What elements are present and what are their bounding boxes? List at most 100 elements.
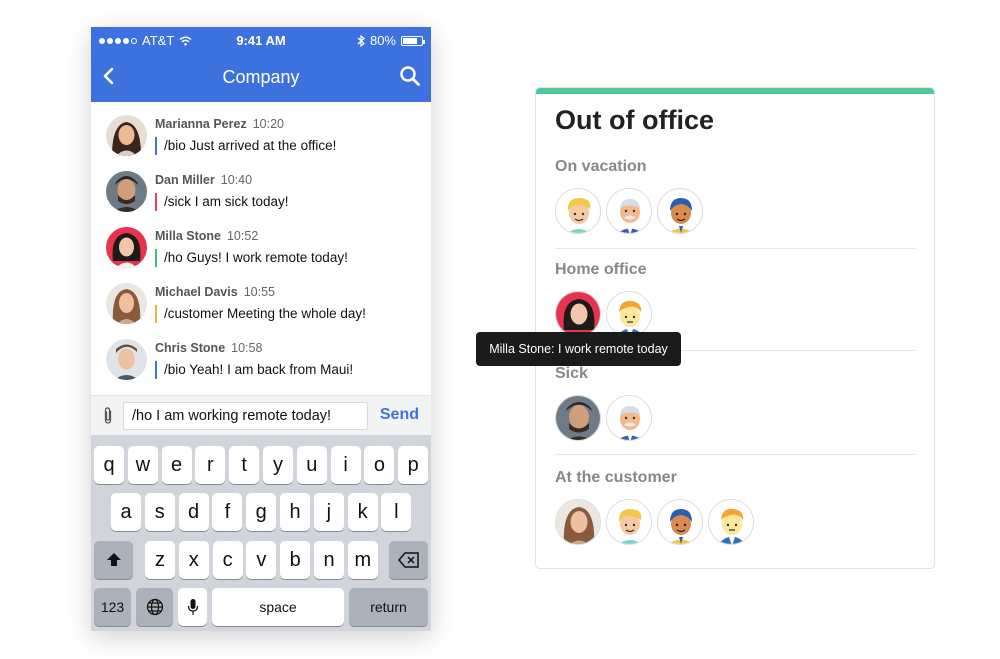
avatar-group [555, 291, 652, 337]
shift-key[interactable] [94, 541, 133, 579]
microphone-key[interactable] [178, 588, 207, 626]
delete-key[interactable] [389, 541, 428, 579]
card-accent-bar [536, 88, 934, 94]
send-button[interactable]: Send [380, 406, 419, 424]
key-l[interactable]: l [381, 493, 412, 531]
key-o[interactable]: o [364, 446, 395, 484]
attach-button[interactable] [101, 406, 115, 426]
sender-name: Marianna Perez [155, 117, 247, 131]
avatar [106, 339, 147, 380]
key-d[interactable]: d [178, 493, 209, 531]
avatar[interactable] [606, 499, 652, 545]
key-m[interactable]: m [347, 541, 378, 579]
sender-name: Dan Miller [155, 173, 215, 187]
backspace-icon [397, 552, 419, 568]
key-i[interactable]: i [330, 446, 361, 484]
search-icon [400, 66, 420, 86]
space-key[interactable]: space [212, 588, 344, 626]
key-f[interactable]: f [212, 493, 243, 531]
sender-name: Milla Stone [155, 229, 221, 243]
tooltip: Milla Stone: I work remote today [476, 332, 681, 366]
avatar[interactable] [606, 291, 652, 337]
key-c[interactable]: c [212, 541, 243, 579]
key-p[interactable]: p [398, 446, 429, 484]
composer-bar: Send [91, 395, 431, 435]
search-button[interactable] [399, 65, 421, 87]
battery-label: 80% [369, 33, 396, 48]
status-right: 80% [357, 33, 425, 48]
message-item[interactable]: Michael Davis 10:55 /customer Meeting the… [91, 270, 431, 326]
message-list: Marianna Perez 10:20 /bio Just arrived at… [91, 102, 431, 395]
key-y[interactable]: y [263, 446, 293, 484]
key-h[interactable]: h [280, 493, 310, 531]
key-x[interactable]: x [178, 541, 209, 579]
microphone-icon [187, 599, 198, 615]
avatar [106, 171, 147, 212]
avatar[interactable] [555, 188, 601, 234]
status-bar: AT&T 9:41 AM 80% [91, 27, 431, 53]
key-g[interactable]: g [246, 493, 277, 531]
key-v[interactable]: v [246, 541, 277, 579]
key-b[interactable]: b [280, 541, 311, 579]
section-title: At the customer [555, 469, 677, 486]
numbers-key[interactable]: 123 [94, 588, 131, 626]
message-item[interactable]: Marianna Perez 10:20 /bio Just arrived at… [91, 102, 431, 158]
message-item[interactable]: Milla Stone 10:52 /ho Guys! I work remote… [91, 214, 431, 270]
key-a[interactable]: a [111, 493, 141, 531]
return-key[interactable]: return [349, 588, 428, 626]
avatar [106, 227, 147, 268]
page-title: Company [222, 67, 300, 87]
app-header: AT&T 9:41 AM 80% Company [91, 27, 431, 102]
message-item[interactable]: Dan Miller 10:40 /sick I am sick today! [91, 158, 431, 214]
phone-chat-app: AT&T 9:41 AM 80% Company Marianna Perez … [91, 27, 431, 631]
key-k[interactable]: k [347, 493, 378, 531]
message-time: 10:40 [220, 173, 253, 187]
globe-icon [146, 598, 163, 616]
key-n[interactable]: n [314, 541, 344, 579]
keyboard: q w e r t y u i o p a s d f g h j k l z x c v b n m 123 space return [91, 435, 431, 631]
out-of-office-card: Out of office On vacation Home office Si… [535, 87, 935, 569]
avatar [106, 283, 147, 324]
avatar[interactable] [657, 188, 703, 234]
key-q[interactable]: q [94, 446, 124, 484]
avatar[interactable] [555, 395, 601, 441]
message-time: 10:52 [226, 229, 259, 243]
globe-key[interactable] [136, 588, 173, 626]
key-u[interactable]: u [296, 446, 327, 484]
avatar[interactable] [606, 188, 652, 234]
avatar[interactable] [606, 395, 652, 441]
avatar[interactable] [555, 291, 601, 337]
divider [555, 248, 916, 249]
avatar[interactable] [555, 499, 601, 545]
section-title: Home office [555, 261, 647, 278]
avatar-group [555, 395, 652, 441]
message-text: /bio Yeah! I am back from Maui! [155, 361, 353, 379]
nav-bar: Company [91, 53, 431, 102]
message-text: /bio Just arrived at the office! [155, 137, 336, 155]
message-input[interactable] [123, 402, 368, 430]
message-text: /ho Guys! I work remote today! [155, 249, 348, 267]
avatar-group [555, 188, 703, 234]
message-time: 10:20 [252, 117, 284, 131]
key-t[interactable]: t [229, 446, 260, 484]
card-title: Out of office [555, 105, 714, 135]
shift-icon [106, 553, 121, 566]
battery-icon [401, 35, 425, 46]
key-j[interactable]: j [313, 493, 344, 531]
message-time: 10:58 [231, 341, 263, 355]
avatar[interactable] [657, 499, 703, 545]
key-s[interactable]: s [144, 493, 175, 531]
key-w[interactable]: w [127, 446, 158, 484]
sender-name: Chris Stone [155, 341, 226, 355]
key-r[interactable]: r [195, 446, 226, 484]
key-e[interactable]: e [161, 446, 192, 484]
section-title: On vacation [555, 158, 647, 175]
key-z[interactable]: z [145, 541, 175, 579]
message-item[interactable]: Chris Stone 10:58 /bio Yeah! I am back fr… [91, 326, 431, 382]
divider [555, 454, 916, 455]
section-title: Sick [555, 365, 588, 382]
avatar[interactable] [708, 499, 754, 545]
message-time: 10:55 [243, 285, 275, 299]
bluetooth-icon [357, 34, 365, 47]
sender-name: Michael Davis [155, 285, 238, 299]
